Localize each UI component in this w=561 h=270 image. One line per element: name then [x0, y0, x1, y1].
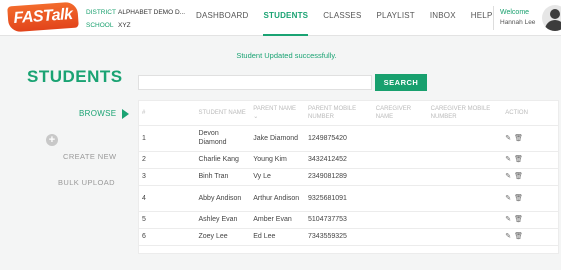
col-header-student-name[interactable]: STUDENT NAME: [195, 101, 251, 126]
col-header-caregiver-mobile[interactable]: CAREGIVER MOBILE NUMBER: [427, 101, 503, 126]
row-actions: ✎🗑: [502, 228, 558, 246]
cell-caregiver-name: [372, 185, 428, 212]
row-actions: ✎🗑: [502, 168, 558, 186]
table-header-row: # STUDENT NAME PARENT NAME ⌄ PARENT MOBI…: [139, 101, 558, 126]
cell-parent-name: Ed Lee: [250, 228, 306, 246]
edit-icon[interactable]: ✎: [505, 173, 514, 180]
col-header-number: #: [139, 101, 196, 126]
cell-number: 6: [139, 228, 196, 246]
cell-caregiver-name: [372, 125, 428, 152]
edit-icon[interactable]: ✎: [505, 216, 514, 223]
cell-caregiver-mobile: [427, 211, 503, 229]
table-row: 5 Ashley Evan Amber Evan 5104737753 ✎🗑: [139, 211, 558, 229]
cell-number: 4: [139, 185, 196, 212]
success-message: Student Updated successfully.: [236, 51, 337, 60]
nav-classes[interactable]: CLASSES: [323, 0, 361, 36]
cell-number: 2: [139, 151, 196, 169]
nav-help[interactable]: HELP: [471, 0, 493, 36]
nav-students[interactable]: STUDENTS: [263, 0, 309, 36]
table-row: 2 Charlie Kang Young Kim 3432412452 ✎🗑: [139, 151, 558, 169]
cell-number: 3: [139, 168, 196, 186]
trash-icon[interactable]: 🗑: [514, 233, 526, 240]
district-school-info: DISTRICT ALPHABET DEMO D... SCHOOL XYZ: [86, 6, 185, 32]
cell-caregiver-name: [372, 228, 428, 246]
cell-caregiver-mobile: [427, 228, 503, 246]
plus-circle-icon[interactable]: +: [46, 134, 58, 146]
cell-caregiver-mobile: [427, 185, 503, 212]
user-welcome[interactable]: Welcome Hannah Lee: [500, 8, 535, 28]
cell-parent-mobile: 3432412452: [305, 151, 373, 169]
students-table: # STUDENT NAME PARENT NAME ⌄ PARENT MOBI…: [138, 100, 559, 254]
table-row: 1 Devon Diamond Jake Diamond 1249875420 …: [139, 125, 558, 152]
edit-icon[interactable]: ✎: [505, 195, 514, 202]
table-row: 3 Binh Tran Vy Le 2349081289 ✎🗑: [139, 168, 558, 186]
search-input[interactable]: [138, 75, 372, 90]
table-row: 4 Abby Andison Arthur Andison 9325681091…: [139, 185, 558, 212]
row-actions: ✎🗑: [502, 125, 558, 152]
cell-student-name: Devon Diamond: [195, 125, 251, 152]
avatar[interactable]: [542, 5, 561, 31]
trash-icon[interactable]: 🗑: [514, 195, 526, 202]
cell-parent-name: Vy Le: [250, 168, 306, 186]
district-label: DISTRICT: [86, 9, 116, 16]
user-name: Hannah Lee: [500, 19, 536, 26]
sidebar-item-bulk-upload[interactable]: BULK UPLOAD: [58, 178, 115, 187]
cell-parent-mobile: 9325681091: [305, 185, 373, 212]
cell-parent-mobile: 1249875420: [305, 125, 373, 152]
cell-student-name: Abby Andison: [195, 185, 251, 212]
trash-icon[interactable]: 🗑: [514, 135, 526, 142]
row-actions: ✎🗑: [502, 211, 558, 229]
trash-icon[interactable]: 🗑: [514, 216, 526, 223]
col-header-caregiver-name[interactable]: CAREGIVER NAME: [372, 101, 428, 126]
cell-student-name: Binh Tran: [195, 168, 251, 186]
row-actions: ✎🗑: [502, 151, 558, 169]
cell-parent-mobile: 5104737753: [305, 211, 373, 229]
cell-parent-name: Amber Evan: [250, 211, 306, 229]
sidebar-item-browse[interactable]: BROWSE: [79, 109, 116, 118]
edit-icon[interactable]: ✎: [505, 233, 514, 240]
cell-parent-name: Arthur Andison: [250, 185, 306, 212]
col-header-parent-mobile[interactable]: PARENT MOBILE NUMBER: [305, 101, 373, 126]
cell-student-name: Ashley Evan: [195, 211, 251, 229]
fastalk-logo[interactable]: FASTalk: [7, 1, 79, 33]
trash-icon[interactable]: 🗑: [514, 156, 526, 163]
cell-parent-name: Jake Diamond: [250, 125, 306, 152]
cell-caregiver-mobile: [427, 125, 503, 152]
district-value: ALPHABET DEMO D...: [118, 9, 186, 16]
edit-icon[interactable]: ✎: [505, 135, 514, 142]
cell-caregiver-mobile: [427, 168, 503, 186]
page-title: STUDENTS: [27, 67, 123, 86]
nav-divider: [493, 6, 494, 30]
sidebar-item-create-new[interactable]: CREATE NEW: [63, 152, 116, 161]
user-icon: [550, 9, 560, 19]
table-row: 6 Zoey Lee Ed Lee 7343559325 ✎🗑: [139, 228, 558, 246]
cell-caregiver-name: [372, 211, 428, 229]
cell-number: 5: [139, 211, 196, 229]
cell-student-name: Zoey Lee: [195, 228, 251, 246]
nav-playlist[interactable]: PLAYLIST: [377, 0, 415, 36]
row-actions: ✎🗑: [502, 185, 558, 212]
nav-inbox[interactable]: INBOX: [430, 0, 456, 36]
cell-parent-mobile: 7343559325: [305, 228, 373, 246]
cell-caregiver-name: [372, 151, 428, 169]
col-header-action: ACTION: [502, 101, 558, 126]
school-value: XYZ: [118, 22, 131, 29]
cell-parent-mobile: 2349081289: [305, 168, 373, 186]
cell-number: 1: [139, 125, 196, 152]
main-nav: DASHBOARD STUDENTS CLASSES PLAYLIST INBO…: [196, 0, 507, 36]
col-header-parent-name[interactable]: PARENT NAME ⌄: [250, 101, 306, 126]
school-label: SCHOOL: [86, 22, 114, 29]
cell-caregiver-name: [372, 168, 428, 186]
top-header: FASTalk DISTRICT ALPHABET DEMO D... SCHOO…: [0, 0, 561, 36]
trash-icon[interactable]: 🗑: [514, 173, 526, 180]
nav-dashboard[interactable]: DASHBOARD: [196, 0, 248, 36]
cell-student-name: Charlie Kang: [195, 151, 251, 169]
search-button[interactable]: SEARCH: [375, 74, 427, 91]
cell-parent-name: Young Kim: [250, 151, 306, 169]
edit-icon[interactable]: ✎: [505, 156, 514, 163]
welcome-text: Welcome: [500, 9, 530, 16]
cell-caregiver-mobile: [427, 151, 503, 169]
browse-arrow-icon: [122, 109, 129, 119]
